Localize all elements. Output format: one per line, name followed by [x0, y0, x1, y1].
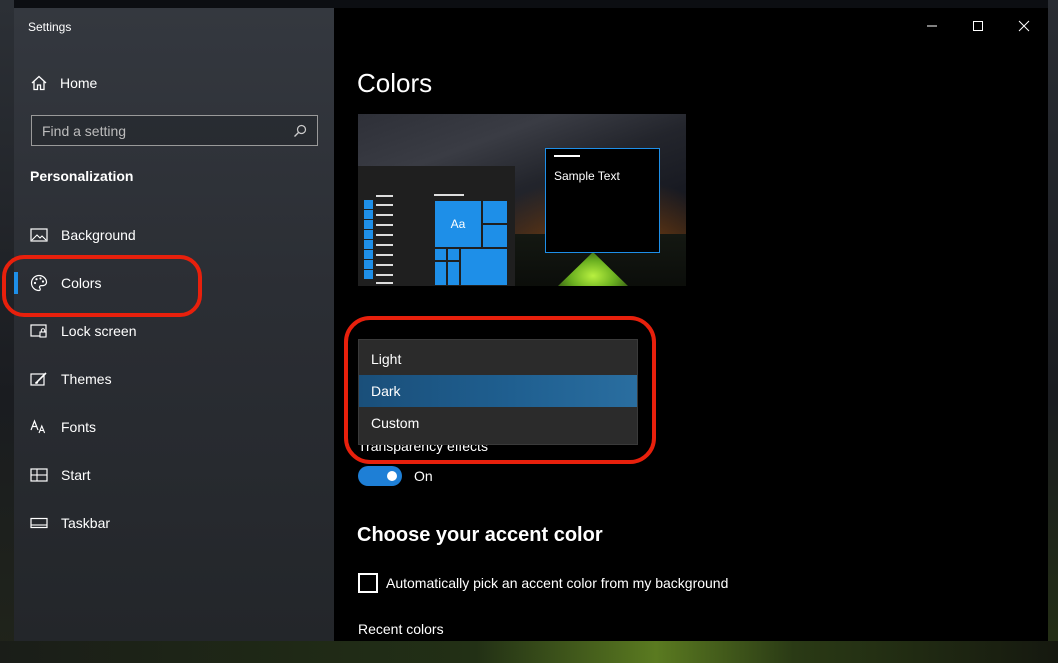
auto-accent-checkbox-row[interactable]: Automatically pick an accent color from …	[358, 573, 728, 593]
preview-window: Sample Text	[545, 148, 660, 253]
theme-preview: Aa Sample Text	[358, 114, 686, 286]
auto-accent-label: Automatically pick an accent color from …	[386, 575, 729, 591]
maximize-icon	[973, 21, 983, 31]
preview-tile: Aa	[434, 200, 482, 248]
desktop-background-right	[1048, 0, 1058, 663]
sidebar-item-label: Taskbar	[61, 515, 111, 531]
close-icon	[1018, 20, 1030, 32]
sidebar-item-themes[interactable]: Themes	[14, 355, 334, 403]
recent-colors-label: Recent colors	[358, 621, 444, 637]
sidebar-item-start[interactable]: Start	[14, 451, 334, 499]
brush-icon	[30, 370, 48, 388]
desktop-background-bottom	[0, 641, 1058, 663]
sidebar-item-label: Background	[61, 227, 136, 243]
desktop-background-left	[0, 0, 14, 663]
sidebar-item-label: Lock screen	[61, 323, 137, 339]
annotation-highlight-dropdown	[344, 316, 656, 464]
toggle-state-label: On	[414, 468, 433, 484]
sidebar-item-taskbar[interactable]: Taskbar	[14, 499, 334, 547]
start-icon	[30, 466, 48, 484]
sidebar-item-background[interactable]: Background	[14, 211, 334, 259]
home-link[interactable]: Home	[30, 72, 97, 94]
page-title: Colors	[357, 68, 433, 98]
search-box[interactable]	[31, 115, 318, 146]
sidebar-item-fonts[interactable]: Fonts	[14, 403, 334, 451]
auto-accent-checkbox[interactable]	[358, 573, 378, 593]
lock-screen-icon	[30, 322, 48, 340]
maximize-button[interactable]	[955, 8, 1001, 44]
close-button[interactable]	[1001, 8, 1047, 44]
preview-sample-text: Sample Text	[554, 169, 620, 183]
preview-start-menu: Aa	[358, 166, 515, 286]
app-title: Settings	[28, 20, 72, 34]
settings-window: Settings Home Personalization Background	[2, 8, 1048, 641]
main-content: Colors Aa Sample Text Transparency effec…	[334, 8, 1048, 641]
sidebar-item-label: Start	[61, 467, 91, 483]
annotation-highlight-colors	[2, 255, 202, 317]
section-title: Personalization	[30, 168, 134, 184]
taskbar-icon	[30, 514, 48, 532]
search-input[interactable]	[42, 122, 293, 139]
accent-color-heading: Choose your accent color	[357, 524, 603, 546]
sidebar-item-label: Themes	[61, 371, 112, 387]
transparency-toggle[interactable]	[358, 466, 402, 486]
minimize-icon	[927, 25, 937, 27]
search-icon[interactable]	[293, 124, 307, 138]
minimize-button[interactable]	[909, 8, 955, 44]
home-label: Home	[60, 75, 98, 91]
image-icon	[30, 226, 48, 244]
toggle-knob	[387, 471, 397, 481]
font-icon	[30, 418, 48, 436]
sidebar-item-label: Fonts	[61, 419, 97, 435]
home-icon	[31, 75, 47, 91]
sidebar: Settings Home Personalization Background	[2, 8, 334, 641]
